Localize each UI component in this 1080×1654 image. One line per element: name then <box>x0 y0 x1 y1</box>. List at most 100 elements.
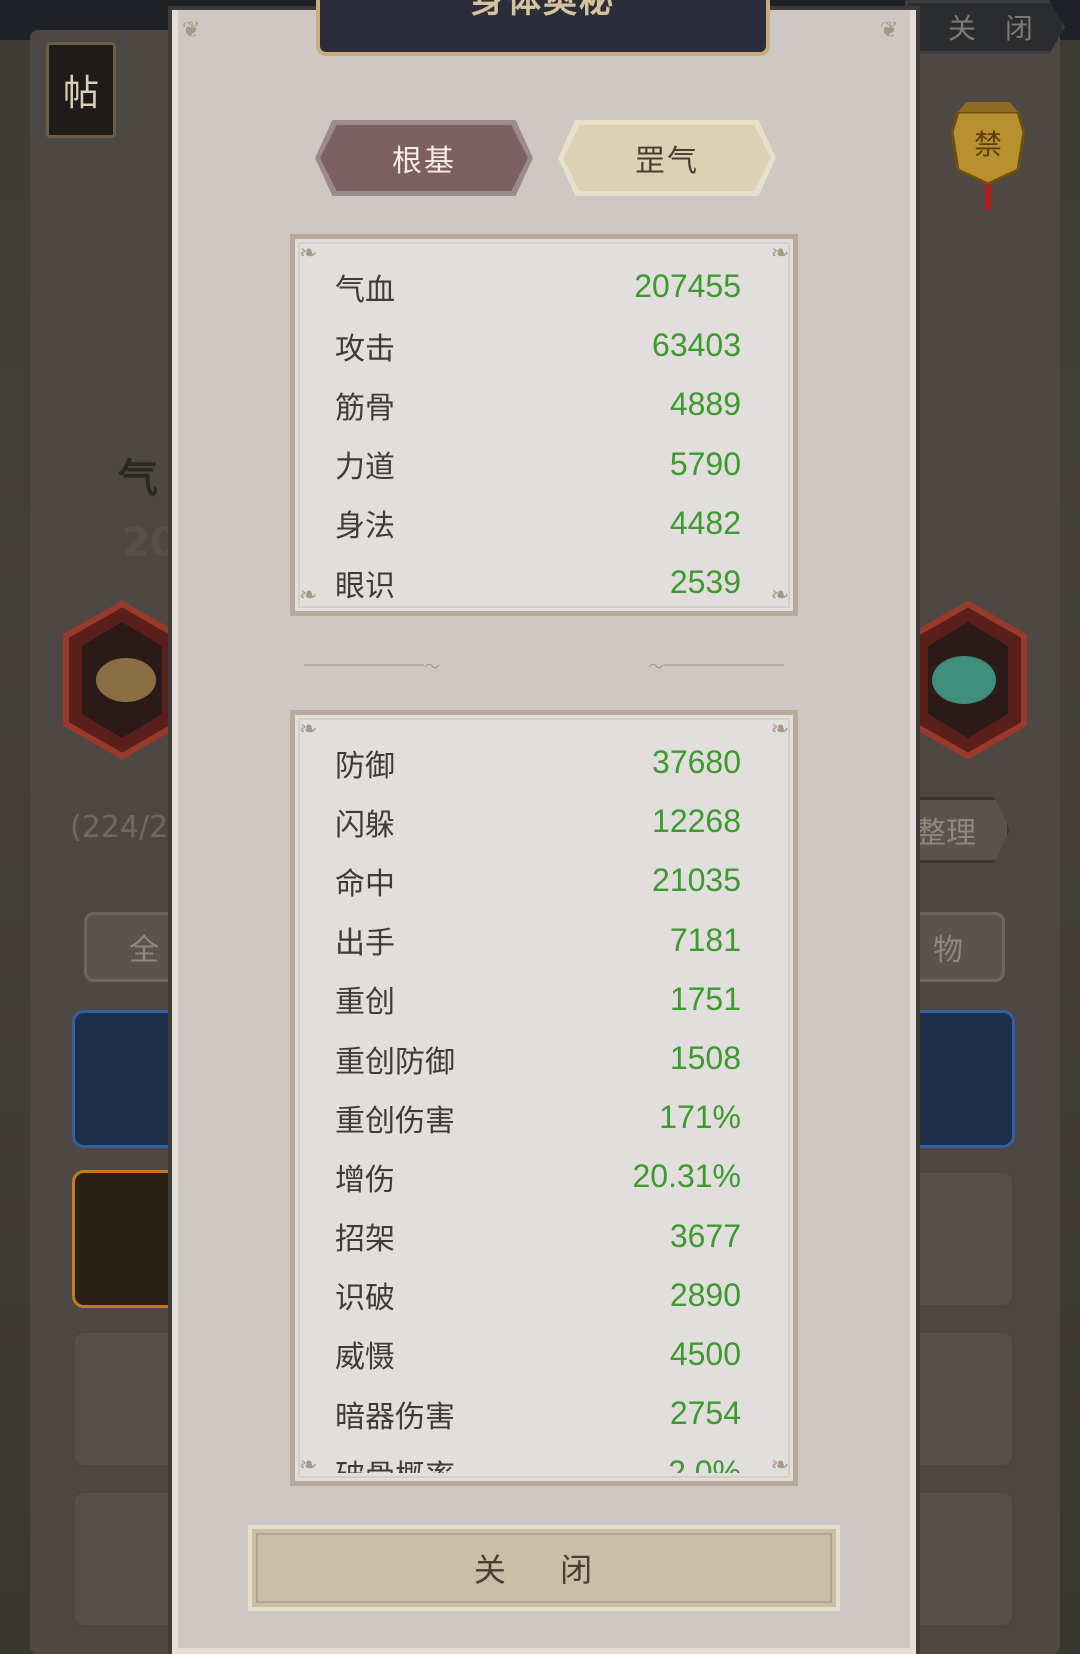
stat-row: 闪躲 12268 <box>335 792 741 851</box>
corner-ornament-icon: ❧ <box>770 241 789 266</box>
stat-value: 2539 <box>669 564 741 601</box>
corner-ornament-icon: ❧ <box>770 1453 789 1478</box>
corner-ornament-icon: ❧ <box>770 717 789 742</box>
corner-ornament-icon: ❦ <box>182 18 201 43</box>
stat-row: 筋骨 4889 <box>335 375 741 434</box>
stat-label: 攻击 <box>335 331 395 367</box>
stat-value: 63403 <box>652 327 741 364</box>
jin-badge-icon[interactable]: 禁 <box>948 92 1028 212</box>
stat-row: 攻击 63403 <box>335 316 741 375</box>
stat-row: 威慑 4500 <box>335 1325 741 1384</box>
inventory-slot[interactable] <box>72 1010 182 1148</box>
corner-ornament-icon: ❧ <box>299 1453 318 1478</box>
modal-title-plate: 身体奥秘 <box>316 0 770 56</box>
stat-value: 4500 <box>669 1335 741 1372</box>
corner-ornament-icon: ❧ <box>299 717 318 742</box>
stat-label: 气血 <box>335 272 395 308</box>
stat-label: 重创伤害 <box>335 1103 455 1139</box>
stat-row: 重创伤害 171% <box>335 1088 741 1147</box>
section-divider: 〜 〜 <box>304 655 784 676</box>
stat-label: 出手 <box>335 926 395 962</box>
jin-badge-text: 禁 <box>974 128 1002 161</box>
stat-label: 识破 <box>335 1281 395 1317</box>
stat-row: 气血 207455 <box>335 257 741 316</box>
stat-row: 识破 2890 <box>335 1266 741 1325</box>
inventory-slot[interactable] <box>905 1170 1015 1308</box>
stat-row: 力道 5790 <box>335 435 741 494</box>
stat-row: 招架 3677 <box>335 1207 741 1266</box>
close-button[interactable]: 关 闭 <box>248 1525 840 1611</box>
ghost-number: 20 <box>122 520 178 566</box>
stat-label: 筋骨 <box>335 390 395 426</box>
scroll-ornament-icon: 〜 <box>647 657 664 676</box>
stat-row: 重创 1751 <box>335 970 741 1029</box>
stat-row: 重创防御 1508 <box>335 1029 741 1088</box>
stat-label: 命中 <box>335 866 395 902</box>
tie-icon[interactable]: 帖 <box>46 42 116 138</box>
tab-gangqi[interactable]: 罡气 <box>558 120 776 196</box>
inventory-slot[interactable] <box>905 1010 1015 1148</box>
stat-value: 1751 <box>669 980 741 1017</box>
stat-value: 3677 <box>669 1217 741 1254</box>
stat-row: 命中 21035 <box>335 851 741 910</box>
corner-ornament-icon: ❧ <box>299 583 318 608</box>
stat-label: 招架 <box>335 1222 395 1258</box>
scroll-ornament-icon: 〜 <box>424 657 441 676</box>
stat-label: 增伤 <box>335 1162 395 1198</box>
inventory-slot[interactable] <box>905 1330 1015 1468</box>
primary-stat-list: 气血 207455 攻击 63403 筋骨 4889 力道 5790 身法 4482 眼识… <box>335 257 741 611</box>
equipment-hex-left[interactable] <box>62 600 182 760</box>
stat-label: 威慑 <box>335 1340 395 1376</box>
stat-row: 破骨概率 2.0% <box>335 1443 741 1473</box>
ghost-qi-label: 气 <box>118 456 158 502</box>
filter-item-button[interactable]: 物 <box>905 912 1005 982</box>
stat-value: 37680 <box>652 744 741 781</box>
stat-row: 防御 37680 <box>335 733 741 792</box>
secondary-stats-panel[interactable]: ❧ ❧ ❧ ❧ 防御 37680 闪躲 12268 命中 21035 出手 7181 重… <box>290 710 798 1486</box>
secondary-stat-list: 防御 37680 闪躲 12268 命中 21035 出手 7181 重创 1751 重创… <box>335 733 741 1473</box>
equipment-hex-right[interactable] <box>908 600 1028 760</box>
inventory-slot[interactable] <box>72 1170 182 1308</box>
stat-value: 2890 <box>669 1276 741 1313</box>
stat-label: 暗器伤害 <box>335 1399 455 1435</box>
stat-row: 出手 7181 <box>335 911 741 970</box>
stat-label: 力道 <box>335 450 395 486</box>
stat-label: 破骨概率 <box>335 1451 455 1473</box>
stat-value: 4889 <box>669 386 741 423</box>
stat-value: 4482 <box>669 504 741 541</box>
stat-label: 重创 <box>335 985 395 1021</box>
stat-row: 眼识 2539 <box>335 553 741 611</box>
tab-genji[interactable]: 根基 <box>315 120 533 196</box>
stat-value: 2754 <box>669 1395 741 1432</box>
tab-genji-label: 根基 <box>320 125 528 191</box>
inventory-slot[interactable] <box>72 1330 182 1468</box>
stat-value: 5790 <box>669 445 741 482</box>
corner-ornament-icon: ❧ <box>299 241 318 266</box>
stat-row: 身法 4482 <box>335 494 741 553</box>
inventory-slot[interactable] <box>72 1490 182 1628</box>
stat-value: 1508 <box>669 1040 741 1077</box>
stat-label: 闪躲 <box>335 807 395 843</box>
stat-value: 12268 <box>652 803 741 840</box>
stat-value: 7181 <box>669 921 741 958</box>
sort-button[interactable]: 整理 <box>905 797 1010 863</box>
stat-row: 暗器伤害 2754 <box>335 1384 741 1443</box>
stat-label: 身法 <box>335 509 395 545</box>
corner-ornament-icon: ❧ <box>770 583 789 608</box>
stat-label: 防御 <box>335 748 395 784</box>
inventory-count: (224/2 <box>70 810 169 845</box>
filter-all-button[interactable]: 全 <box>84 912 184 982</box>
inventory-slot[interactable] <box>905 1490 1015 1628</box>
stat-value: 21035 <box>652 862 741 899</box>
modal-title: 身体奥秘 <box>471 0 615 21</box>
primary-stats-panel: ❧ ❧ ❧ ❧ 气血 207455 攻击 63403 筋骨 4889 力道 5790 身… <box>290 234 798 616</box>
stat-value: 207455 <box>634 268 741 305</box>
corner-ornament-icon: ❦ <box>880 18 899 43</box>
stat-value: 20.31% <box>632 1158 741 1195</box>
stat-label: 重创防御 <box>335 1044 455 1080</box>
stat-label: 眼识 <box>335 568 395 604</box>
stat-value: 2.0% <box>668 1454 741 1473</box>
stat-value: 171% <box>659 1099 741 1136</box>
background-close-button[interactable]: 关 闭 <box>905 0 1065 54</box>
stat-row: 增伤 20.31% <box>335 1147 741 1206</box>
